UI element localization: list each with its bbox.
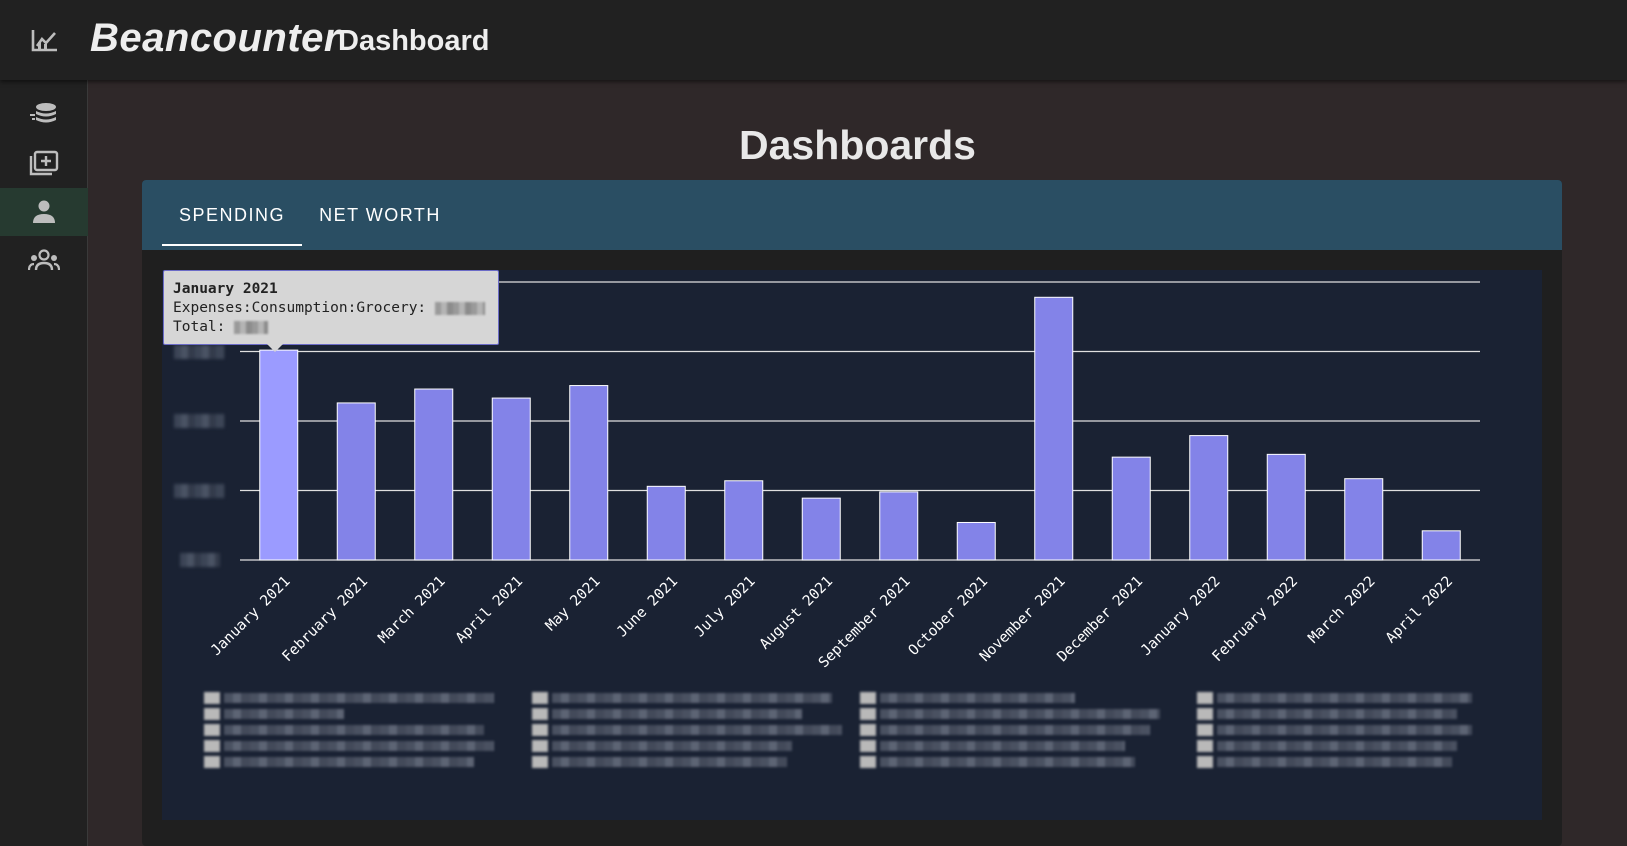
page-title: Dashboard	[338, 25, 490, 57]
bar-september-2021[interactable]	[879, 491, 919, 561]
bar-march-2021[interactable]	[414, 388, 454, 561]
chart-logo-icon[interactable]	[30, 28, 60, 54]
x-tick-label: October 2021	[906, 574, 991, 659]
legend-column-4	[1197, 692, 1497, 792]
bar-june-2021[interactable]	[646, 485, 686, 561]
tab-spending[interactable]: SPENDING	[162, 180, 302, 250]
sidebar-item-coins[interactable]	[0, 90, 88, 138]
x-tick-label: April 2022	[1383, 574, 1456, 647]
legend-column-2	[532, 692, 842, 792]
x-tick-label: January 2022	[1138, 574, 1223, 659]
x-tick-label: February 2021	[280, 574, 372, 666]
legend-column-1	[204, 692, 504, 792]
sidebar	[0, 80, 88, 846]
bar-february-2021[interactable]	[336, 402, 376, 561]
x-tick-label: November 2021	[977, 574, 1069, 666]
x-tick-label: April 2021	[453, 574, 526, 647]
x-tick-label: December 2021	[1055, 574, 1147, 666]
x-tick-label: June 2021	[614, 574, 681, 641]
dashboards-heading: Dashboards	[739, 122, 976, 168]
tooltip-line-total: Total:	[173, 318, 489, 337]
tab-bar: SPENDING NET WORTH	[142, 180, 1562, 250]
coins-stack-icon	[30, 103, 56, 123]
bar-december-2021[interactable]	[1111, 456, 1151, 561]
chart-tooltip: January 2021 Expenses:Consumption:Grocer…	[163, 270, 499, 352]
person-icon	[33, 200, 55, 223]
tooltip-value-redacted	[434, 301, 485, 315]
bar-may-2021[interactable]	[569, 385, 609, 561]
x-tick-label: January 2021	[208, 574, 293, 659]
y-tick-label-redacted	[174, 414, 224, 428]
x-tick-label: July 2021	[692, 574, 759, 641]
x-tick-label: August 2021	[757, 574, 836, 653]
bar-november-2021[interactable]	[1034, 296, 1074, 561]
tooltip-grocery-label: Expenses:Consumption:Grocery:	[173, 300, 427, 316]
y-tick-label-redacted	[174, 484, 224, 498]
bar-october-2021[interactable]	[956, 521, 996, 561]
y-tick-label-redacted	[180, 553, 220, 567]
app-brand[interactable]: Beancounter	[90, 16, 340, 61]
bar-april-2021[interactable]	[491, 397, 531, 561]
legend-column-3	[860, 692, 1160, 792]
group-icon	[28, 249, 60, 271]
tooltip-total-redacted	[234, 320, 269, 334]
sidebar-item-add-folder[interactable]	[0, 138, 88, 186]
add-folder-icon	[29, 150, 59, 176]
bar-august-2021[interactable]	[801, 497, 841, 561]
tooltip-title: January 2021	[173, 281, 278, 297]
tooltip-line-grocery: Expenses:Consumption:Grocery:	[173, 299, 489, 318]
bar-january-2022[interactable]	[1189, 435, 1229, 561]
sidebar-item-group[interactable]	[0, 237, 88, 285]
bar-april-2022[interactable]	[1421, 530, 1461, 561]
x-tick-label: March 2022	[1306, 574, 1379, 647]
sidebar-item-person[interactable]	[0, 188, 88, 236]
bar-march-2022[interactable]	[1344, 478, 1384, 561]
bar-july-2021[interactable]	[724, 480, 764, 561]
x-tick-label: March 2021	[376, 574, 449, 647]
spending-chart: January 2021 February 2021 March 2021 April…	[162, 270, 1542, 820]
tab-net-worth[interactable]: NET WORTH	[312, 180, 448, 250]
y-tick-label-redacted	[174, 345, 224, 359]
bar-february-2022[interactable]	[1266, 453, 1306, 561]
x-tick-label: May 2021	[543, 574, 604, 635]
bar-january-2021[interactable]	[259, 349, 299, 561]
x-tick-label: February 2022	[1210, 574, 1302, 666]
tooltip-total-label: Total:	[173, 319, 226, 335]
tooltip-arrow	[267, 344, 283, 352]
app-header: Beancounter Dashboard	[0, 0, 1627, 80]
